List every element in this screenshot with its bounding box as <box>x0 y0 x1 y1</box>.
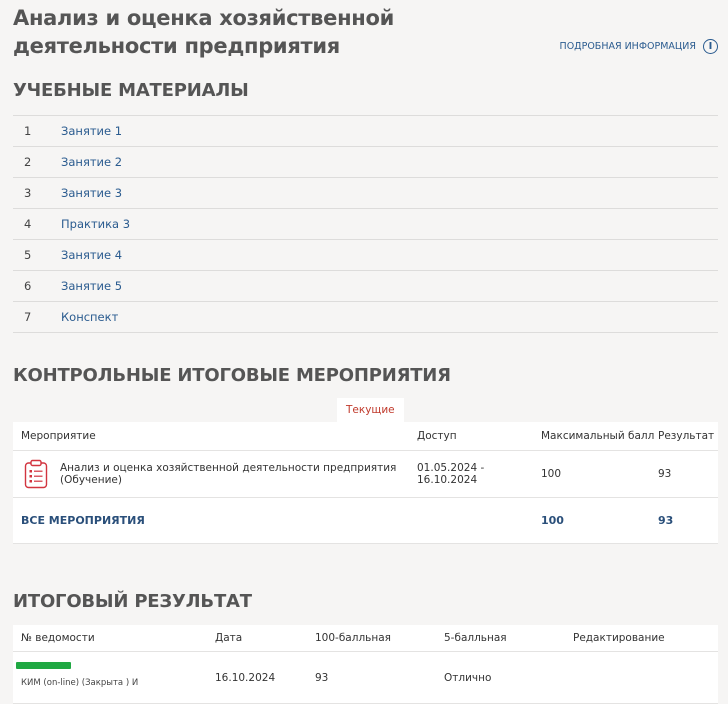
materials-title: УЧЕБНЫЕ МАТЕРИАЛЫ <box>13 80 249 101</box>
list-item: 6 Занятие 5 <box>13 271 718 302</box>
more-info-label: ПОДРОБНАЯ ИНФОРМАЦИЯ <box>559 41 696 52</box>
item-number: 5 <box>24 248 32 262</box>
col-result: Результат <box>658 430 715 442</box>
sheet-status-bar <box>16 662 71 669</box>
materials-list: 1 Занятие 1 2 Занятие 2 3 Занятие 3 4 Практи… <box>13 115 718 333</box>
total-result: 93 <box>658 514 674 527</box>
list-item: 5 Занятие 4 <box>13 240 718 271</box>
event-access: 01.05.2024 - 16.10.2024 <box>417 462 485 486</box>
sheet-note: КИМ (on-line) (Закрыта ) И <box>21 678 139 688</box>
item-number: 6 <box>24 279 32 293</box>
info-icon[interactable]: i <box>703 39 718 54</box>
col-sheet: № ведомости <box>21 632 95 644</box>
list-item: 3 Занятие 3 <box>13 178 718 209</box>
page-title: Анализ и оценка хозяйственной деятельнос… <box>13 6 395 58</box>
material-link[interactable]: Конспект <box>61 310 118 324</box>
material-link[interactable]: Занятие 1 <box>61 124 122 138</box>
more-info-link[interactable]: ПОДРОБНАЯ ИНФОРМАЦИЯ i <box>560 39 718 54</box>
event-result: 93 <box>658 468 672 480</box>
final-results-table: № ведомости Дата 100-балльная 5-балльная… <box>13 625 718 704</box>
item-number: 2 <box>24 155 32 169</box>
table-row[interactable]: Анализ и оценка хозяйственной деятельнос… <box>13 451 718 498</box>
col-date: Дата <box>215 632 243 644</box>
col-access: Доступ <box>417 430 457 442</box>
events-table: Мероприятие Доступ Максимальный балл Рез… <box>13 422 718 544</box>
total-label: ВСЕ МЕРОПРИЯТИЯ <box>21 514 145 527</box>
item-number: 1 <box>24 124 32 138</box>
result-score100: 93 <box>315 671 329 684</box>
table-row: КИМ (on-line) (Закрыта ) И 16.10.2024 93… <box>13 652 718 704</box>
item-number: 3 <box>24 186 32 200</box>
col-max: Максимальный балл <box>541 430 655 442</box>
col-event: Мероприятие <box>21 430 96 442</box>
event-max: 100 <box>541 468 562 480</box>
event-name[interactable]: Анализ и оценка хозяйственной деятельнос… <box>60 462 417 486</box>
events-title: КОНТРОЛЬНЫЕ ИТОГОВЫЕ МЕРОПРИЯТИЯ <box>13 365 451 386</box>
list-item: 7 Конспект <box>13 302 718 333</box>
item-number: 7 <box>24 310 32 324</box>
tab-current[interactable]: Текущие <box>337 398 404 422</box>
total-max: 100 <box>541 514 564 527</box>
col-score100: 100-балльная <box>315 632 391 644</box>
final-title: ИТОГОВЫЙ РЕЗУЛЬТАТ <box>13 591 252 612</box>
events-total-row: ВСЕ МЕРОПРИЯТИЯ 100 93 <box>13 498 718 544</box>
material-link[interactable]: Занятие 2 <box>61 155 122 169</box>
col-score5: 5-балльная <box>444 632 507 644</box>
list-item: 4 Практика 3 <box>13 209 718 240</box>
material-link[interactable]: Практика 3 <box>61 217 130 231</box>
result-date: 16.10.2024 <box>215 671 276 684</box>
list-item: 1 Занятие 1 <box>13 116 718 147</box>
table-header: № ведомости Дата 100-балльная 5-балльная… <box>13 625 718 652</box>
material-link[interactable]: Занятие 5 <box>61 279 122 293</box>
item-number: 4 <box>24 217 32 231</box>
col-edit: Редактирование <box>573 632 665 644</box>
result-score5: Отлично <box>444 671 492 684</box>
material-link[interactable]: Занятие 3 <box>61 186 122 200</box>
material-link[interactable]: Занятие 4 <box>61 248 122 262</box>
clipboard-icon <box>24 459 48 489</box>
table-header: Мероприятие Доступ Максимальный балл Рез… <box>13 422 718 451</box>
list-item: 2 Занятие 2 <box>13 147 718 178</box>
